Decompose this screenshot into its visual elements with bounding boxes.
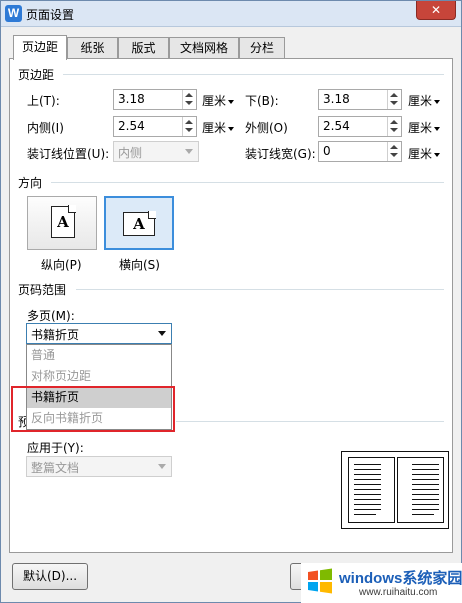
- apply-to-value: 整篇文档: [31, 461, 80, 475]
- orientation-group-title: 方向: [18, 176, 43, 190]
- bottom-margin-spinner[interactable]: 3.18: [318, 89, 402, 110]
- inside-margin-spinner[interactable]: 2.54: [113, 116, 197, 137]
- bottom-margin-unit-dropdown[interactable]: 厘米: [408, 92, 441, 109]
- tab-columns[interactable]: 分栏: [239, 37, 285, 59]
- spin-down-icon[interactable]: [185, 128, 193, 132]
- gutter-width-unit-dropdown[interactable]: 厘米: [408, 145, 441, 162]
- caret-down-icon: [434, 99, 441, 104]
- page-letter: A: [133, 215, 145, 233]
- multiple-pages-label: 多页(M):: [27, 309, 75, 323]
- portrait-label: 纵向(P): [41, 258, 82, 272]
- apply-to-select[interactable]: 整篇文档: [26, 456, 172, 477]
- page-range-group-title: 页码范围: [18, 283, 67, 297]
- spin-up-icon[interactable]: [390, 120, 398, 124]
- gutter-position-value: 内侧: [118, 146, 143, 160]
- spinner-arrows[interactable]: [182, 90, 196, 109]
- outside-margin-label: 外侧(O): [245, 121, 288, 135]
- option-normal[interactable]: 普通: [27, 345, 171, 366]
- gutter-width-spinner[interactable]: 0: [318, 141, 402, 162]
- landscape-page-icon: A: [123, 211, 156, 236]
- top-margin-unit-dropdown[interactable]: 厘米: [202, 92, 235, 109]
- landscape-button[interactable]: A: [104, 196, 174, 250]
- preview-left-page: [348, 457, 395, 523]
- spin-down-icon[interactable]: [185, 101, 193, 105]
- tab-document-grid[interactable]: 文档网格: [169, 37, 239, 59]
- gutter-width-label: 装订线宽(G):: [245, 147, 316, 161]
- spinner-arrows[interactable]: [387, 142, 401, 161]
- margins-group-title: 页边距: [18, 68, 55, 82]
- inside-margin-value[interactable]: 2.54: [118, 119, 145, 133]
- highlight-annotation-box: [11, 386, 175, 432]
- option-mirror-margins[interactable]: 对称页边距: [27, 366, 171, 387]
- spin-down-icon[interactable]: [390, 153, 398, 157]
- unit-label: 厘米: [202, 121, 227, 135]
- unit-label: 厘米: [408, 121, 433, 135]
- spin-up-icon[interactable]: [185, 120, 193, 124]
- spinner-arrows[interactable]: [387, 90, 401, 109]
- top-margin-value[interactable]: 3.18: [118, 92, 145, 106]
- orientation-separator: [51, 182, 444, 183]
- landscape-label: 横向(S): [119, 258, 160, 272]
- outside-margin-spinner[interactable]: 2.54: [318, 116, 402, 137]
- multiple-pages-value: 书籍折页: [31, 328, 80, 342]
- spin-up-icon[interactable]: [185, 93, 193, 97]
- caret-down-icon: [228, 99, 235, 104]
- tab-margins[interactable]: 页边距: [13, 35, 67, 60]
- inside-margin-unit-dropdown[interactable]: 厘米: [202, 119, 235, 136]
- page-range-separator: [76, 289, 444, 290]
- bottom-margin-value[interactable]: 3.18: [323, 92, 350, 106]
- spin-down-icon[interactable]: [390, 101, 398, 105]
- dropdown-arrow-icon: [185, 149, 193, 154]
- spinner-arrows[interactable]: [387, 117, 401, 136]
- top-margin-label: 上(T):: [27, 94, 60, 108]
- apply-to-label: 应用于(Y):: [27, 441, 84, 455]
- spinner-arrows[interactable]: [182, 117, 196, 136]
- tab-paper[interactable]: 纸张: [67, 37, 118, 59]
- unit-label: 厘米: [408, 147, 433, 161]
- unit-label: 厘米: [408, 94, 433, 108]
- caret-down-icon: [228, 126, 235, 131]
- bottom-margin-label: 下(B):: [245, 94, 279, 108]
- dialog-title: 页面设置: [26, 8, 75, 22]
- unit-label: 厘米: [202, 94, 227, 108]
- top-margin-spinner[interactable]: 3.18: [113, 89, 197, 110]
- site-watermark: windows系统家园 www.ruihaitu.com: [301, 563, 462, 603]
- inside-margin-label: 内侧(I): [27, 121, 64, 135]
- margins-separator: [63, 74, 444, 75]
- dropdown-arrow-icon: [158, 331, 166, 336]
- caret-down-icon: [434, 152, 441, 157]
- watermark-brand: windows系统家园: [339, 570, 462, 587]
- page-setup-dialog: W 页面设置 ✕ 页边距 纸张 版式 文档网格 分栏 页边距 上(T): 3.1…: [0, 0, 462, 603]
- wps-app-icon: W: [5, 5, 22, 22]
- outside-margin-value[interactable]: 2.54: [323, 119, 350, 133]
- spin-down-icon[interactable]: [390, 128, 398, 132]
- preview-right-page: [397, 457, 444, 523]
- portrait-page-icon: A: [51, 205, 76, 238]
- gutter-width-value[interactable]: 0: [323, 144, 331, 158]
- portrait-button[interactable]: A: [27, 196, 97, 250]
- windows-logo-icon: [308, 568, 332, 594]
- default-button[interactable]: 默认(D)...: [12, 563, 88, 590]
- outside-margin-unit-dropdown[interactable]: 厘米: [408, 119, 441, 136]
- dropdown-arrow-icon: [158, 464, 166, 469]
- tab-layout[interactable]: 版式: [118, 37, 169, 59]
- spin-up-icon[interactable]: [390, 145, 398, 149]
- caret-down-icon: [434, 126, 441, 131]
- multiple-pages-select[interactable]: 书籍折页: [26, 323, 172, 344]
- book-fold-preview: [341, 451, 449, 529]
- page-letter: A: [57, 213, 69, 231]
- preview-separator: [176, 421, 444, 422]
- close-button[interactable]: ✕: [416, 1, 456, 20]
- title-bar: W 页面设置 ✕: [1, 1, 461, 27]
- spin-up-icon[interactable]: [390, 93, 398, 97]
- page-fold-icon: [68, 205, 76, 213]
- gutter-position-label: 装订线位置(U):: [27, 147, 110, 161]
- gutter-position-select[interactable]: 内侧: [113, 141, 199, 162]
- watermark-url: www.ruihaitu.com: [359, 587, 438, 598]
